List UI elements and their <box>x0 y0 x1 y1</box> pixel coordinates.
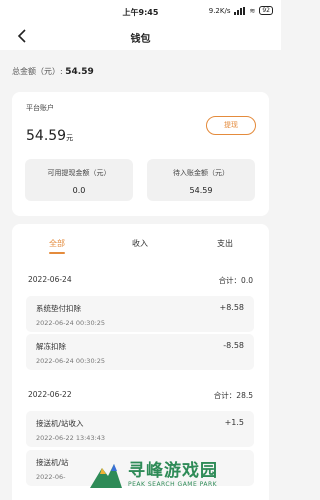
pending-amount-box: 待入账金额（元） 54.59 <box>147 159 255 201</box>
network-speed: 9.2K/s <box>208 6 231 15</box>
balance-unit: 元 <box>66 134 74 142</box>
account-card: 平台账户 54.59元 提现 可用提现金额（元） 0.0 待入账金额（元） 54… <box>12 92 269 216</box>
signal-icon <box>234 6 246 15</box>
status-bar: 上午9:45 9.2K/s ≋ 92 <box>0 0 281 22</box>
watermark-subtext: PEAK SEARCH GAME PARK <box>128 481 218 488</box>
tab-expense-label: 支出 <box>217 239 233 248</box>
pending-value: 54.59 <box>189 186 213 195</box>
active-tab-indicator <box>49 252 65 254</box>
list-item[interactable]: 解冻扣除 2022-06-24 00:30:25 -8.58 <box>26 334 254 370</box>
group-total: 合计：0.0 <box>218 276 253 285</box>
battery-icon: 92 <box>259 6 273 15</box>
tab-income[interactable]: 收入 <box>115 238 165 249</box>
item-name: 解冻扣除 <box>36 342 66 351</box>
total-amount: 总金额（元）: 54.59 <box>12 66 94 77</box>
group-header: 2022-06-24 合计：0.0 <box>28 275 253 285</box>
tab-expense[interactable]: 支出 <box>200 238 250 249</box>
item-time: 2022-06- <box>36 473 66 481</box>
group-date: 2022-06-24 <box>28 275 72 284</box>
mountain-logo-icon <box>90 464 122 488</box>
item-time: 2022-06-22 13:43:43 <box>36 434 106 442</box>
page-title: 钱包 <box>130 34 151 45</box>
item-name: 接送机/站收入 <box>36 419 84 428</box>
item-time: 2022-06-24 00:30:25 <box>36 357 106 365</box>
account-label: 平台账户 <box>26 104 54 112</box>
tab-all[interactable]: 全部 <box>32 238 82 254</box>
item-name: 接送机/站 <box>36 458 69 467</box>
item-time: 2022-06-24 00:30:25 <box>36 319 106 327</box>
nav-bar: 钱包 <box>0 22 281 50</box>
account-balance: 54.59元 <box>26 128 73 144</box>
pending-label: 待入账金额（元） <box>173 169 229 177</box>
balance-value: 54.59 <box>26 128 67 144</box>
filter-tabs: 全部 收入 支出 <box>12 224 269 260</box>
watermark-text: 寻峰游戏园 <box>128 461 218 481</box>
tab-all-label: 全部 <box>49 239 65 248</box>
list-item[interactable]: 接送机/站收入 2022-06-22 13:43:43 +1.5 <box>26 411 254 447</box>
item-amount: +8.58 <box>219 303 244 312</box>
available-amount-box: 可用提现金额（元） 0.0 <box>25 159 133 201</box>
watermark: 寻峰游戏园 PEAK SEARCH GAME PARK <box>88 454 278 494</box>
list-item[interactable]: 系统垫付扣除 2022-06-24 00:30:25 +8.58 <box>26 296 254 332</box>
total-label: 总金额（元）: <box>12 67 63 76</box>
item-amount: -8.58 <box>223 341 244 350</box>
group-date: 2022-06-22 <box>28 390 72 399</box>
group-total: 合计：28.5 <box>213 391 253 400</box>
status-icons: 9.2K/s ≋ 92 <box>209 6 273 15</box>
withdraw-button[interactable]: 提现 <box>206 116 256 135</box>
item-amount: +1.5 <box>224 418 244 427</box>
item-name: 系统垫付扣除 <box>36 304 81 313</box>
available-value: 0.0 <box>72 186 86 195</box>
group-header: 2022-06-22 合计：28.5 <box>28 390 253 400</box>
total-value: 54.59 <box>65 67 94 77</box>
wifi-icon: ≋ <box>249 6 256 15</box>
tab-income-label: 收入 <box>132 239 148 248</box>
available-label: 可用提现金额（元） <box>47 169 111 177</box>
